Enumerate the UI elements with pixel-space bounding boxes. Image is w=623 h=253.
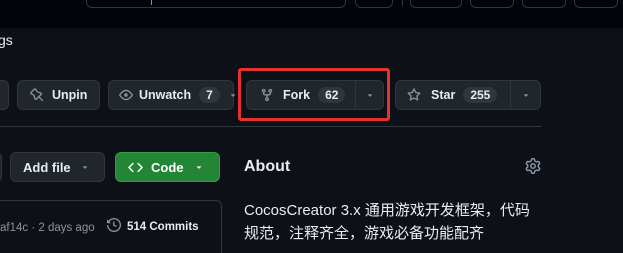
code-label: Code	[151, 159, 184, 175]
header-separator	[402, 0, 403, 6]
inbox-button[interactable]	[574, 0, 618, 8]
about-description: CocosCreator 3.x 通用游戏开发框架，代码规范，注释齐全，游戏必备…	[244, 202, 530, 242]
create-new-button[interactable]	[410, 0, 462, 8]
star-button-group: Star 255	[395, 80, 541, 110]
star-label: Star	[431, 88, 456, 102]
unwatch-button[interactable]: Unwatch 7	[108, 80, 236, 110]
search-input[interactable]	[86, 0, 346, 8]
pull-requests-button[interactable]	[522, 0, 566, 8]
code-icon	[128, 160, 143, 175]
add-file-label: Add file	[23, 159, 71, 175]
unpin-button[interactable]: Unpin	[17, 80, 100, 110]
eye-icon	[119, 88, 133, 102]
global-header	[0, 0, 623, 28]
triangle-down-icon	[194, 162, 204, 172]
issues-button[interactable]	[470, 0, 514, 8]
star-icon	[407, 88, 421, 102]
fork-highlight-box	[238, 68, 390, 121]
add-file-button[interactable]: Add file	[10, 152, 105, 182]
partial-left-button[interactable]	[0, 80, 9, 110]
star-count: 255	[463, 87, 498, 103]
commit-meta[interactable]: af14c · 2 days ago	[0, 222, 95, 234]
gear-icon[interactable]	[525, 158, 541, 179]
header-divider	[0, 126, 541, 127]
repo-tabs: gs	[0, 28, 623, 56]
commits-count: 514 Commits	[127, 220, 199, 233]
tab-settings[interactable]: gs	[0, 32, 13, 48]
star-button[interactable]: Star 255	[396, 81, 510, 109]
partial-branch-button[interactable]	[0, 152, 2, 182]
triangle-down-icon	[521, 90, 531, 100]
command-palette-button[interactable]	[355, 0, 393, 8]
about-heading: About	[244, 158, 291, 175]
star-dropdown-button[interactable]	[511, 81, 540, 109]
history-icon	[107, 217, 122, 235]
triangle-down-icon	[228, 90, 238, 100]
commits-link[interactable]: 514 Commits	[107, 217, 199, 235]
unwatch-label: Unwatch	[139, 88, 192, 102]
unpin-label: Unpin	[52, 88, 88, 102]
code-button[interactable]: Code	[115, 152, 220, 182]
search-divider	[151, 0, 152, 5]
triangle-down-icon	[80, 162, 90, 172]
watch-count: 7	[199, 87, 220, 103]
pin-icon	[30, 88, 44, 102]
